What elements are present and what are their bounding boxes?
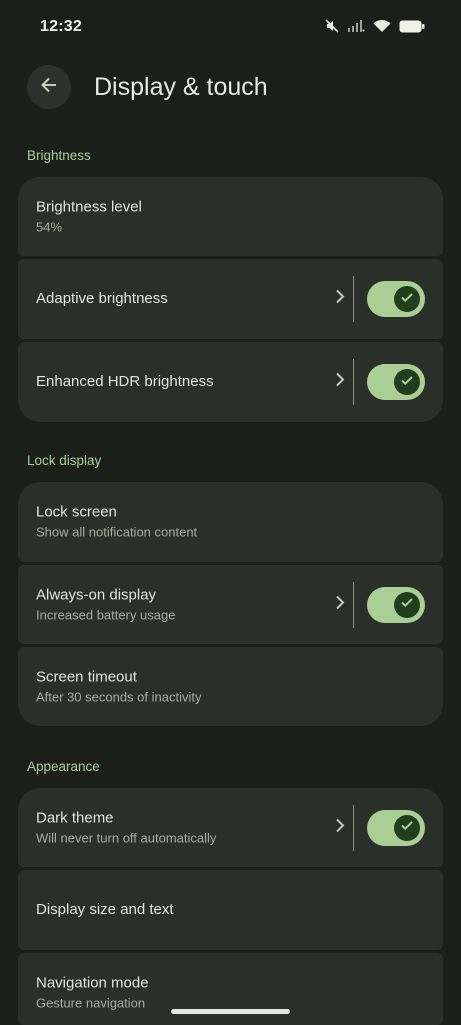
navigation-mode-item[interactable]: Navigation mode Gesture navigation <box>18 953 443 1025</box>
item-title: Navigation mode <box>36 974 149 992</box>
chevron-right-icon <box>335 372 345 393</box>
toggle-knob <box>394 286 420 312</box>
adaptive-brightness-toggle[interactable] <box>367 281 425 317</box>
item-title: Screen timeout <box>36 668 137 685</box>
lock-display-group: Lock screen Show all notification conten… <box>18 482 443 726</box>
item-title: Lock screen <box>36 503 117 521</box>
item-title: Brightness level <box>36 198 142 215</box>
check-icon <box>400 818 414 837</box>
page-title: Display & touch <box>94 73 268 101</box>
gesture-nav-handle[interactable] <box>171 1009 290 1014</box>
section-header-appearance: Appearance <box>27 759 100 774</box>
item-title: Adaptive brightness <box>36 290 168 307</box>
brightness-group: Brightness level 54% Adaptive brightness… <box>18 177 443 422</box>
item-subtitle: Will never turn off automatically <box>36 830 217 845</box>
item-subtitle: After 30 seconds of inactivity <box>36 689 202 704</box>
adaptive-brightness-item[interactable]: Adaptive brightness <box>18 259 443 339</box>
check-icon <box>400 373 414 392</box>
enhanced-hdr-toggle[interactable] <box>367 364 425 400</box>
chevron-right-icon <box>335 817 345 838</box>
mute-icon <box>325 19 339 33</box>
signal-icon <box>347 19 365 33</box>
always-on-display-toggle[interactable] <box>367 586 425 623</box>
item-subtitle: 54% <box>36 219 63 234</box>
dark-theme-item[interactable]: Dark theme Will never turn off automatic… <box>18 788 443 867</box>
item-title: Dark theme <box>36 809 114 826</box>
always-on-display-item[interactable]: Always-on display Increased battery usag… <box>18 565 443 644</box>
arrow-back-icon <box>39 75 59 100</box>
appearance-group: Dark theme Will never turn off automatic… <box>18 788 443 1025</box>
battery-icon <box>399 20 425 33</box>
item-title: Always-on display <box>36 586 157 603</box>
check-icon <box>400 290 414 309</box>
divider <box>352 276 354 322</box>
wifi-icon <box>373 19 391 33</box>
dark-theme-toggle[interactable] <box>367 809 425 846</box>
app-bar: Display & touch <box>0 64 461 112</box>
item-title: Enhanced HDR brightness <box>36 373 214 390</box>
brightness-level-item[interactable]: Brightness level 54% <box>18 177 443 256</box>
item-subtitle: Gesture navigation <box>36 995 146 1011</box>
status-icons <box>325 19 425 33</box>
enhanced-hdr-brightness-item[interactable]: Enhanced HDR brightness <box>18 342 443 422</box>
item-title: Display size and text <box>36 901 174 918</box>
divider <box>352 359 354 405</box>
status-time: 12:32 <box>40 18 82 35</box>
toggle-knob <box>394 369 420 395</box>
toggle-knob <box>394 814 420 841</box>
divider <box>352 581 354 628</box>
lock-screen-item[interactable]: Lock screen Show all notification conten… <box>18 482 443 562</box>
chevron-right-icon <box>335 594 345 615</box>
screen-timeout-item[interactable]: Screen timeout After 30 seconds of inact… <box>18 647 443 726</box>
check-icon <box>400 595 414 614</box>
item-subtitle: Show all notification content <box>36 524 198 540</box>
section-header-brightness: Brightness <box>27 148 91 163</box>
item-subtitle: Increased battery usage <box>36 607 176 622</box>
back-button[interactable] <box>27 65 71 109</box>
divider <box>352 804 354 851</box>
chevron-right-icon <box>335 289 345 310</box>
toggle-knob <box>394 591 420 618</box>
section-header-lock-display: Lock display <box>27 453 102 468</box>
display-size-and-text-item[interactable]: Display size and text <box>18 870 443 950</box>
status-bar: 12:32 <box>0 0 461 56</box>
